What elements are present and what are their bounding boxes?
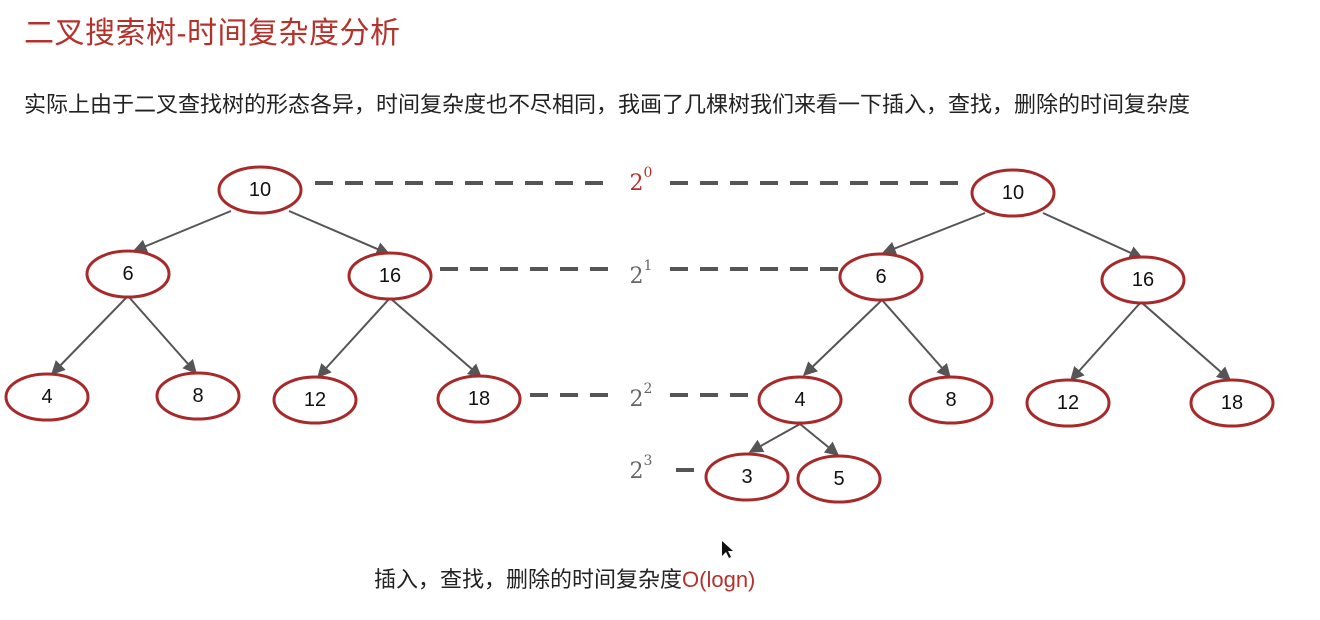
edge-r-6-4 [802,299,883,376]
edge-r-16-18 [1140,301,1232,381]
complexity-value: O(logn) [682,567,756,592]
tree-node: 6 [85,249,171,299]
edge-l-6-4 [51,295,129,376]
svg-text:18: 18 [1221,392,1243,414]
tree-node: 4 [4,372,90,422]
tree-node: 10 [970,168,1056,218]
level-3-label: 23 [630,453,653,484]
level-guides [315,181,970,472]
svg-text:10: 10 [1002,182,1024,204]
tree-node: 18 [1189,378,1275,428]
tree-node: 16 [1100,255,1186,305]
edge-r-10-16 [1042,212,1144,260]
edge-r-10-6 [881,212,986,255]
edge-r-16-12 [1070,301,1142,382]
svg-text:12: 12 [1057,392,1079,414]
tree-node: 5 [796,454,882,504]
svg-text:4: 4 [794,389,805,411]
tree-node: 3 [704,452,790,502]
edge-r-4-5 [799,423,840,456]
svg-text:6: 6 [875,266,886,288]
edge-r-4-3 [748,423,801,453]
left-tree: 10 6 16 4 8 12 18 [4,165,522,425]
svg-text:12: 12 [304,389,326,411]
edge-l-6-8 [127,295,197,375]
svg-text:3: 3 [741,466,752,488]
svg-text:6: 6 [122,263,133,285]
complexity-summary: 插入，查找，删除的时间复杂度O(logn) [374,562,755,594]
svg-text:5: 5 [833,468,844,490]
edge-l-10-16 [288,210,391,256]
svg-text:16: 16 [1132,269,1154,291]
complexity-text: 插入，查找，删除的时间复杂度 [374,567,683,592]
svg-text:8: 8 [945,389,956,411]
svg-text:8: 8 [192,385,203,407]
svg-text:18: 18 [468,388,490,410]
level-labels: 20 21 22 23 [630,165,653,484]
tree-node: 12 [1025,378,1111,428]
svg-text:10: 10 [249,179,271,201]
edge-l-10-6 [132,210,232,253]
tree-node: 8 [908,375,994,425]
tree-node: 8 [155,371,241,421]
right-tree: 10 6 16 4 8 12 18 3 5 [704,168,1275,504]
tree-node: 16 [347,251,433,301]
tree-node: 18 [436,374,522,424]
bst-diagram: 20 21 22 23 10 6 16 4 8 12 18 10 6 16 4 … [4,165,1275,558]
svg-text:4: 4 [41,386,52,408]
edge-l-16-18 [389,297,483,378]
tree-node: 10 [217,165,303,215]
edge-l-16-12 [317,297,391,379]
mouse-cursor-icon [722,541,733,558]
svg-text:16: 16 [379,265,401,287]
edge-r-6-8 [881,299,951,379]
level-0-label: 20 [630,165,653,196]
tree-node: 4 [757,375,843,425]
tree-node: 6 [838,252,924,302]
tree-node: 12 [272,375,358,425]
level-1-label: 21 [630,258,653,289]
level-2-label: 22 [630,381,653,412]
